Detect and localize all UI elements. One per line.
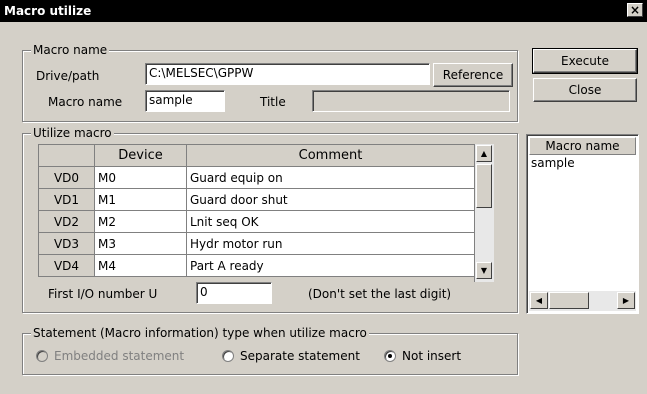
column-header-index bbox=[38, 144, 95, 167]
radio-not-insert[interactable]: Not insert bbox=[384, 348, 461, 364]
table-header-row: Device Comment bbox=[38, 144, 475, 167]
radio-selected-icon bbox=[384, 350, 396, 362]
table-row: VD3 M3 Hydr motor run bbox=[38, 232, 475, 255]
table-row: VD2 M2 Lnit seq OK bbox=[38, 210, 475, 233]
title-input bbox=[312, 90, 510, 112]
scroll-right-icon[interactable]: ▶ bbox=[617, 292, 635, 309]
reference-button[interactable]: Reference bbox=[433, 63, 513, 87]
close-icon: × bbox=[629, 3, 641, 17]
row-label: VD0 bbox=[38, 166, 95, 189]
first-io-label: First I/O number U bbox=[48, 287, 158, 301]
first-io-input[interactable]: 0 bbox=[196, 282, 272, 304]
list-item[interactable]: sample bbox=[531, 155, 575, 171]
utilize-macro-group-label: Utilize macro bbox=[31, 126, 114, 140]
row-label: VD2 bbox=[38, 210, 95, 233]
radio-icon bbox=[222, 350, 234, 362]
device-table: Device Comment VD0 M0 Guard equip on VD1… bbox=[38, 144, 475, 277]
execute-button[interactable]: Execute bbox=[532, 48, 638, 74]
radio-separate-statement[interactable]: Separate statement bbox=[222, 348, 360, 364]
radio-embedded-statement: Embedded statement bbox=[36, 348, 184, 364]
scroll-left-icon[interactable]: ◀ bbox=[530, 292, 548, 309]
title-label: Title bbox=[260, 95, 286, 109]
row-label: VD1 bbox=[38, 188, 95, 211]
first-io-note: (Don't set the last digit) bbox=[308, 287, 452, 301]
drive-path-input[interactable]: C:\MELSEC\GPPW bbox=[145, 63, 430, 85]
device-cell[interactable]: M0 bbox=[94, 166, 187, 189]
macro-list-header: Macro name bbox=[529, 137, 636, 155]
device-cell[interactable]: M2 bbox=[94, 210, 187, 233]
radio-label: Embedded statement bbox=[54, 349, 185, 363]
title-bar: Macro utilize × bbox=[0, 0, 647, 22]
window-title: Macro utilize bbox=[4, 4, 92, 18]
macro-list-hscrollbar[interactable]: ◀ ▶ bbox=[529, 291, 636, 311]
device-cell[interactable]: M3 bbox=[94, 232, 187, 255]
column-header-comment: Comment bbox=[186, 144, 475, 167]
scroll-up-icon[interactable]: ▲ bbox=[476, 145, 492, 162]
row-label: VD4 bbox=[38, 254, 95, 277]
table-row: VD1 M1 Guard door shut bbox=[38, 188, 475, 211]
comment-cell[interactable]: Guard door shut bbox=[186, 188, 475, 211]
table-row: VD0 M0 Guard equip on bbox=[38, 166, 475, 189]
scroll-thumb[interactable] bbox=[476, 164, 492, 208]
close-button[interactable]: Close bbox=[533, 78, 637, 102]
table-scrollbar[interactable]: ▲ ▼ bbox=[474, 144, 494, 282]
radio-icon bbox=[36, 350, 48, 362]
scroll-down-icon[interactable]: ▼ bbox=[476, 262, 492, 279]
radio-label: Not insert bbox=[402, 349, 462, 363]
statement-type-group-label: Statement (Macro information) type when … bbox=[31, 326, 369, 340]
radio-label: Separate statement bbox=[240, 349, 360, 363]
macro-name-group-label: Macro name bbox=[31, 43, 110, 57]
macro-name-label: Macro name bbox=[48, 95, 123, 109]
column-header-device: Device bbox=[94, 144, 187, 167]
device-cell[interactable]: M4 bbox=[94, 254, 187, 277]
close-window-button[interactable]: × bbox=[627, 3, 643, 17]
comment-cell[interactable]: Part A ready bbox=[186, 254, 475, 277]
table-row: VD4 M4 Part A ready bbox=[38, 254, 475, 277]
drive-path-label: Drive/path bbox=[36, 69, 100, 83]
hscroll-thumb[interactable] bbox=[549, 292, 589, 309]
comment-cell[interactable]: Hydr motor run bbox=[186, 232, 475, 255]
device-cell[interactable]: M1 bbox=[94, 188, 187, 211]
comment-cell[interactable]: Lnit seq OK bbox=[186, 210, 475, 233]
row-label: VD3 bbox=[38, 232, 95, 255]
macro-name-input[interactable]: sample bbox=[145, 90, 225, 112]
macro-utilize-dialog: Macro utilize × Macro name Drive/path C:… bbox=[0, 0, 647, 394]
macro-list[interactable]: Macro name sample ◀ ▶ bbox=[526, 134, 639, 314]
comment-cell[interactable]: Guard equip on bbox=[186, 166, 475, 189]
